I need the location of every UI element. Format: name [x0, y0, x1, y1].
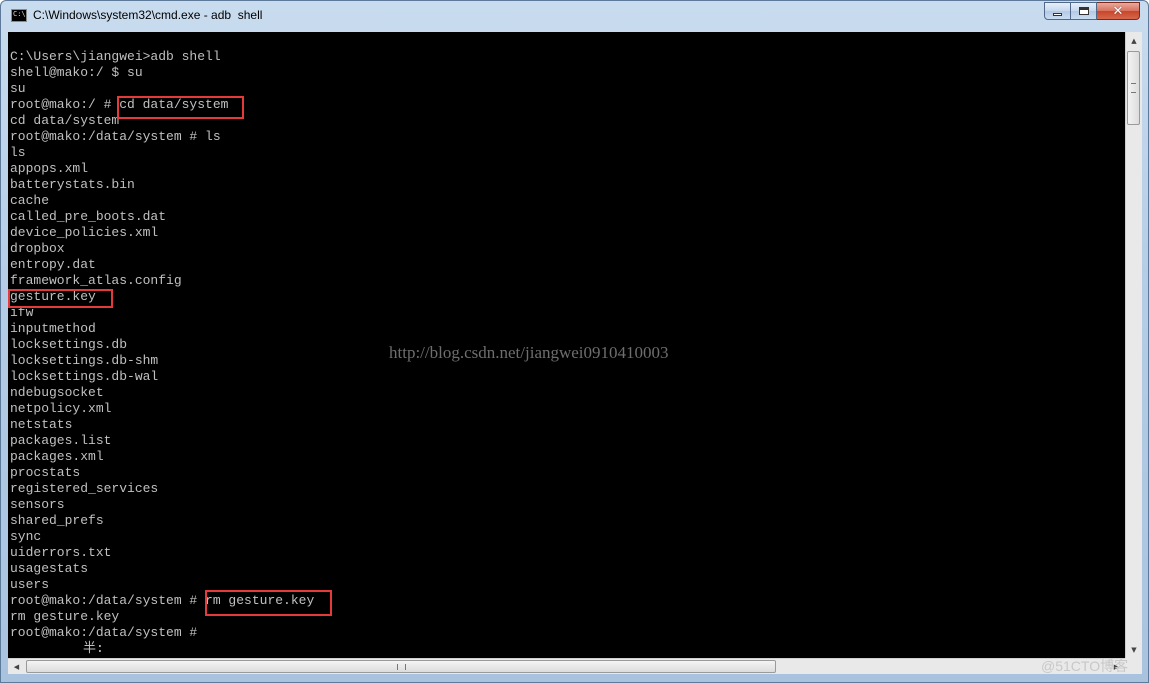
- console-lines: C:\Users\jiangwei>adb shell shell@mako:/ …: [10, 49, 314, 641]
- console-line: usagestats: [10, 561, 89, 576]
- console-line: netpolicy.xml: [10, 401, 112, 416]
- console-output[interactable]: C:\Users\jiangwei>adb shell shell@mako:/ …: [8, 32, 1125, 658]
- console-line: locksettings.db: [10, 337, 128, 352]
- console-line: framework_atlas.config: [10, 273, 182, 288]
- console-icon-label: C:\: [13, 10, 26, 18]
- console-line: packages.xml: [10, 449, 104, 464]
- close-icon: ✕: [1112, 3, 1124, 19]
- highlight-rm-command: [205, 590, 332, 616]
- console-line: su: [10, 81, 26, 96]
- grip-icon: [397, 664, 406, 670]
- vertical-scrollbar[interactable]: ▲ ▼: [1125, 32, 1142, 658]
- console-line: packages.list: [10, 433, 112, 448]
- console-line: uiderrors.txt: [10, 545, 112, 560]
- vertical-scroll-thumb[interactable]: [1127, 51, 1140, 125]
- blog-watermark: http://blog.csdn.net/jiangwei0910410003: [389, 343, 669, 362]
- maximize-button[interactable]: [1071, 2, 1097, 20]
- scroll-up-arrow-icon[interactable]: ▲: [1126, 32, 1142, 49]
- console-line: locksettings.db-shm: [10, 353, 159, 368]
- minimize-button[interactable]: [1044, 2, 1071, 20]
- highlight-gesture-key: [8, 289, 113, 308]
- console-window-icon[interactable]: C:\: [11, 9, 27, 22]
- console-line: appops.xml: [10, 161, 89, 176]
- console-line: procstats: [10, 465, 81, 480]
- console-line: entropy.dat: [10, 257, 96, 272]
- title-bar[interactable]: C:\ C:\Windows\system32\cmd.exe - adb sh…: [1, 1, 1148, 32]
- scroll-down-arrow-icon[interactable]: ▼: [1126, 641, 1142, 658]
- console-line: locksettings.db-wal: [10, 369, 159, 384]
- console-line: called_pre_boots.dat: [10, 209, 167, 224]
- window-title: C:\Windows\system32\cmd.exe - adb shell: [33, 8, 263, 22]
- console-line: shared_prefs: [10, 513, 104, 528]
- highlight-cd-command: [117, 96, 244, 119]
- console-line: batterystats.bin: [10, 177, 135, 192]
- console-line: registered_services: [10, 481, 159, 496]
- console-line: C:\Users\jiangwei>adb shell: [10, 49, 221, 64]
- console-line: dropbox: [10, 241, 65, 256]
- console-line: sync: [10, 529, 42, 544]
- console-line: device_policies.xml: [10, 225, 159, 240]
- console-line: cache: [10, 193, 50, 208]
- grip-icon: [1131, 83, 1136, 93]
- console-line: inputmethod: [10, 321, 96, 336]
- console-line: root@mako:/data/system #: [10, 625, 198, 640]
- caption-buttons: ✕: [1044, 2, 1140, 21]
- console-line: ndebugsocket: [10, 385, 104, 400]
- cmd-window: C:\ C:\Windows\system32\cmd.exe - adb sh…: [0, 0, 1149, 683]
- console-line: shell@mako:/ $ su: [10, 65, 143, 80]
- console-line: netstats: [10, 417, 73, 432]
- console-line: root@mako:/data/system # ls: [10, 129, 221, 144]
- scroll-left-arrow-icon[interactable]: ◀: [8, 659, 25, 674]
- horizontal-scroll-thumb[interactable]: [26, 660, 776, 673]
- corner-watermark: @51CTO博客: [1041, 658, 1129, 674]
- minimize-icon: [1053, 13, 1062, 16]
- maximize-icon: [1078, 7, 1089, 15]
- console-line: sensors: [10, 497, 65, 512]
- console-line: ls: [10, 145, 26, 160]
- close-button[interactable]: ✕: [1097, 2, 1140, 20]
- ime-indicator: 半:: [83, 641, 104, 656]
- horizontal-scrollbar[interactable]: ◀ ▶: [8, 658, 1125, 674]
